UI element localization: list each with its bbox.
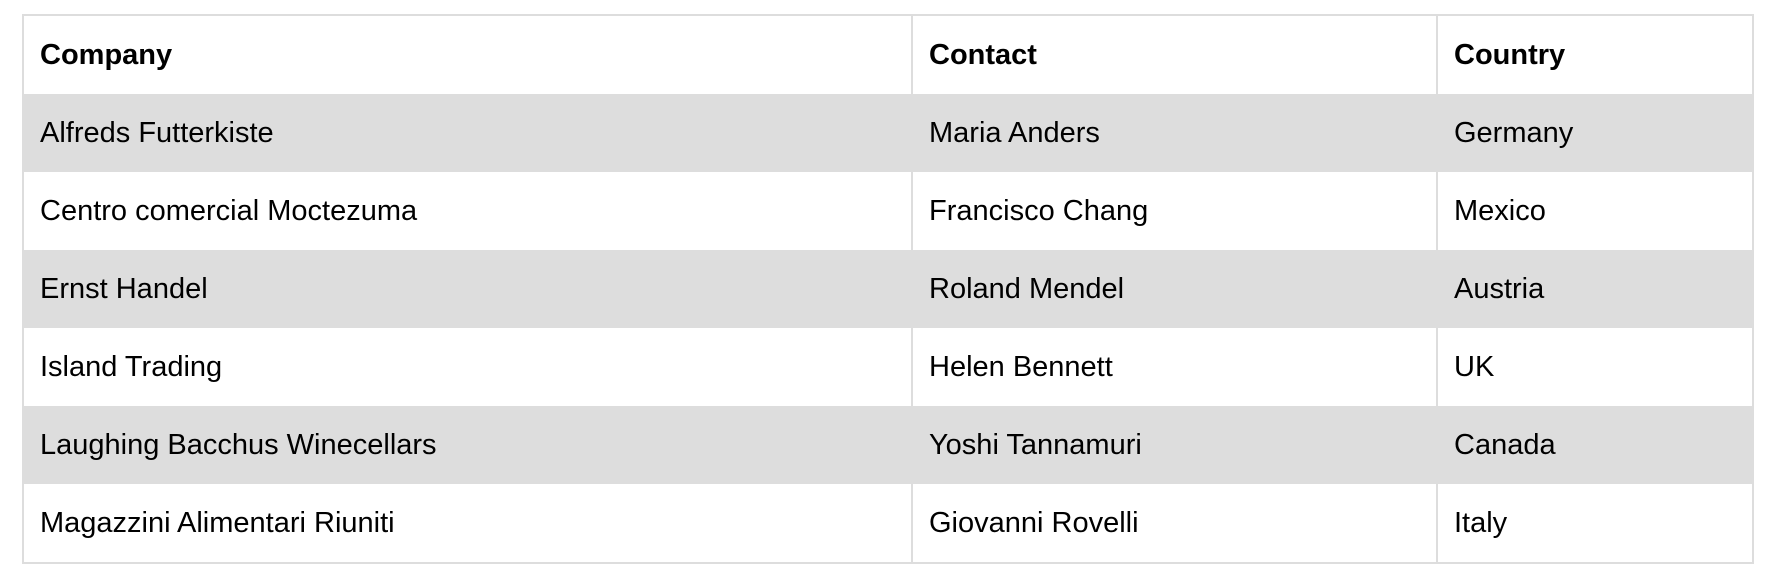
table-header-row: Company Contact Country <box>22 15 1754 94</box>
cell-contact: Maria Anders <box>911 94 1438 172</box>
cell-country: Canada <box>1436 406 1754 484</box>
cell-contact: Yoshi Tannamuri <box>911 406 1438 484</box>
cell-country: Mexico <box>1436 172 1754 250</box>
cell-contact: Roland Mendel <box>911 250 1438 328</box>
cell-country: Austria <box>1436 250 1754 328</box>
table-row: Island Trading Helen Bennett UK <box>22 328 1754 406</box>
table-row: Centro comercial Moctezuma Francisco Cha… <box>22 172 1754 250</box>
cell-company: Ernst Handel <box>22 250 913 328</box>
customers-table: Company Contact Country Alfreds Futterki… <box>22 14 1754 564</box>
table-row: Laughing Bacchus Winecellars Yoshi Tanna… <box>22 406 1754 484</box>
cell-company: Magazzini Alimentari Riuniti <box>22 484 913 563</box>
cell-contact: Helen Bennett <box>911 328 1438 406</box>
table-row: Ernst Handel Roland Mendel Austria <box>22 250 1754 328</box>
cell-country: Germany <box>1436 94 1754 172</box>
cell-contact: Giovanni Rovelli <box>911 484 1438 563</box>
table-row: Magazzini Alimentari Riuniti Giovanni Ro… <box>22 484 1754 563</box>
cell-company: Island Trading <box>22 328 913 406</box>
cell-company: Laughing Bacchus Winecellars <box>22 406 913 484</box>
cell-country: Italy <box>1436 484 1754 563</box>
cell-company: Centro comercial Moctezuma <box>22 172 913 250</box>
cell-contact: Francisco Chang <box>911 172 1438 250</box>
table-row: Alfreds Futterkiste Maria Anders Germany <box>22 94 1754 172</box>
cell-country: UK <box>1436 328 1754 406</box>
column-header-contact: Contact <box>911 15 1438 94</box>
column-header-country: Country <box>1436 15 1754 94</box>
column-header-company: Company <box>22 15 913 94</box>
cell-company: Alfreds Futterkiste <box>22 94 913 172</box>
customers-table-container: Company Contact Country Alfreds Futterki… <box>22 14 1754 564</box>
